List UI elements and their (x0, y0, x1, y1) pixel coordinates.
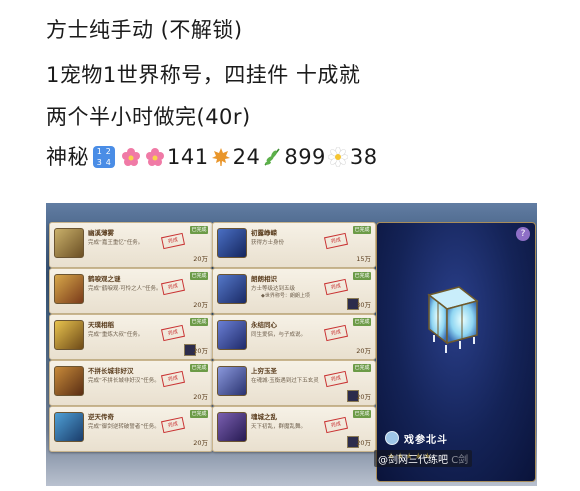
achievement-name: 初露峥嵘 (251, 229, 277, 237)
help-icon[interactable]: ? (516, 227, 530, 241)
completion-stamp: 完成 (160, 324, 186, 342)
pendant-type-icon (385, 431, 399, 445)
achievement-desc: 获得方士身份 (251, 240, 285, 246)
achievement-card[interactable]: 上穷玉圣 在魂城·玉衡遇到过下五玄灵 已完成 完成 20万 (212, 360, 376, 406)
completion-stamp: 完成 (323, 416, 349, 434)
completed-tag: 已完成 (190, 272, 208, 280)
cherry-blossom-icon (122, 148, 140, 166)
achievement-icon (54, 274, 84, 304)
post-line-3: 两个半小时做完(40r) (46, 105, 251, 129)
achievement-desc: 在魂城·玉衡遇到过下五玄灵 (251, 378, 319, 384)
completed-tag: 已完成 (190, 318, 208, 326)
achievement-card[interactable]: 鹤唳观之谜 完成“鹤唳观·可怜之人”任务。 已完成 完成 20万 (49, 268, 213, 314)
blossom-icon (327, 147, 348, 167)
achievement-card[interactable]: 初露峥嵘 获得方士身份 已完成 完成 15万 (212, 222, 376, 268)
completed-tag: 已完成 (353, 226, 371, 234)
completion-stamp: 完成 (323, 370, 349, 388)
flower-count: 141 (167, 145, 209, 169)
achievement-name: 朗朗相识 (251, 275, 277, 283)
watermark: @剑网三代练吧 C剑 (374, 450, 473, 467)
world-title-note: ◆世界称号：朗朗上项 (261, 293, 310, 299)
completed-tag: 已完成 (190, 226, 208, 234)
achievement-desc: 完成“鹤唳观·可怜之人”任务。 (88, 286, 162, 292)
post-line-4: 神秘 1234 141 24 899 38 (46, 144, 378, 170)
achievement-icon (54, 320, 84, 350)
leaf-count: 24 (232, 145, 261, 169)
game-screenshot: 幽溪薄雾 完成“嘉王重忆”任务。 已完成 完成 20万 鹤唳观之谜 完成“鹤唳观… (46, 203, 537, 486)
herb-count: 899 (284, 145, 326, 169)
achievement-desc: 方士等级达到五级 (251, 286, 296, 292)
achievement-points: 20万 (193, 301, 208, 309)
post-line-2: 1宠物1世界称号，四挂件 十成就 (46, 63, 361, 87)
achievement-card[interactable]: 永结同心 同生爱侣，与子成说。 已完成 完成 20万 (212, 314, 376, 360)
achievement-name: 天璞相稻 (88, 321, 114, 329)
completed-tag: 已完成 (353, 410, 371, 418)
achievement-icon (217, 228, 247, 258)
achievement-icon (217, 320, 247, 350)
maple-leaf-icon (211, 148, 230, 166)
completion-stamp: 完成 (323, 278, 349, 296)
achievement-points: 20万 (193, 393, 208, 401)
pendant-title: 戏参北斗 (404, 434, 448, 446)
achievement-icon (217, 274, 247, 304)
completed-tag: 已完成 (353, 318, 371, 326)
pendant-detail-panel: ? 戏参北斗 ★★★★★ (376, 222, 536, 482)
achievement-card[interactable]: 朗朗相识 方士等级达到五级 ◆世界称号：朗朗上项 已完成 完成 30万 (212, 268, 376, 314)
achievement-name: 上穷玉圣 (251, 367, 277, 375)
achievement-desc: 同生爱侣，与子成说。 (251, 332, 307, 338)
completed-tag: 已完成 (353, 272, 371, 280)
achievement-points: 20万 (193, 439, 208, 447)
pendant-title-bar: 戏参北斗 (385, 430, 448, 446)
completed-tag: 已完成 (190, 364, 208, 372)
achievement-name: 不拼长城非好汉 (88, 367, 134, 375)
achievement-card[interactable]: 不拼长城非好汉 完成“不拼长城非好汉”任务。 已完成 完成 20万 (49, 360, 213, 406)
achievement-desc: 天下初乱，群魔乱舞。 (251, 424, 307, 430)
achievement-name: 幽溪薄雾 (88, 229, 114, 237)
achievement-card[interactable]: 天璞相稻 完成“重炼大叔”任务。 已完成 完成 20万 (49, 314, 213, 360)
achievement-card[interactable]: 幽溪薄雾 完成“嘉王重忆”任务。 已完成 完成 20万 (49, 222, 213, 268)
completion-stamp: 完成 (160, 416, 186, 434)
completed-tag: 已完成 (190, 410, 208, 418)
completion-stamp: 完成 (323, 324, 349, 342)
achievement-desc: 完成“重炼大叔”任务。 (88, 332, 144, 338)
herb-icon (264, 148, 280, 166)
post-line-1: 方士纯手动 (不解锁) (46, 18, 243, 42)
completion-stamp: 完成 (160, 370, 186, 388)
achievement-points: 20万 (356, 393, 371, 401)
completion-stamp: 完成 (160, 278, 186, 296)
achievement-card[interactable]: 魂城之乱 天下初乱，群魔乱舞。 已完成 完成 20万 (212, 406, 376, 452)
achievement-icon (54, 366, 84, 396)
achievement-desc: 完成“嘉王重忆”任务。 (88, 240, 144, 246)
achievement-icon (54, 412, 84, 442)
cherry-blossom-icon (146, 148, 164, 166)
achievement-name: 魂城之乱 (251, 413, 277, 421)
achievement-desc: 完成“御剑逆转破誓者”任务。 (88, 424, 160, 430)
achievement-icon (217, 366, 247, 396)
achievement-icon (54, 228, 84, 258)
keycap-1234-icon: 1234 (93, 146, 115, 168)
achievement-icon (217, 412, 247, 442)
mystery-label: 神秘 (46, 145, 89, 169)
achievement-points: 20万 (193, 255, 208, 263)
achievement-points: 30万 (356, 301, 371, 309)
achievement-name: 鹤唳观之谜 (88, 275, 121, 283)
achievement-points: 20万 (193, 347, 208, 355)
achievement-points: 15万 (356, 255, 371, 263)
achievement-name: 永结同心 (251, 321, 277, 329)
completion-stamp: 完成 (160, 232, 186, 250)
completed-tag: 已完成 (353, 364, 371, 372)
achievement-name: 逆天传奇 (88, 413, 114, 421)
achievement-card[interactable]: 逆天传奇 完成“御剑逆转破誓者”任务。 已完成 完成 20万 (49, 406, 213, 452)
lantern-icon (427, 286, 479, 353)
achievement-points: 20万 (356, 347, 371, 355)
blossom-count: 38 (349, 145, 378, 169)
completion-stamp: 完成 (323, 232, 349, 250)
achievement-points: 20万 (356, 439, 371, 447)
achievement-desc: 完成“不拼长城非好汉”任务。 (88, 378, 160, 384)
